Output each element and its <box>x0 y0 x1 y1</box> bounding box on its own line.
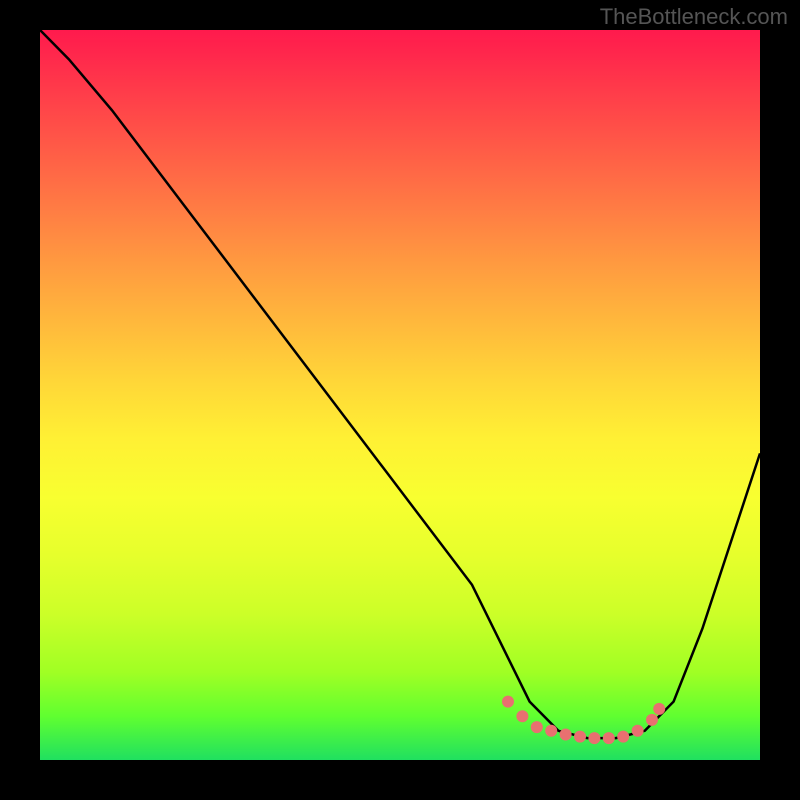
chart-container: TheBottleneck.com <box>0 0 800 800</box>
valley-dot <box>531 721 543 733</box>
plot-area <box>40 30 760 760</box>
valley-dot <box>574 731 586 743</box>
valley-dot <box>545 725 557 737</box>
valley-dot <box>646 714 658 726</box>
valley-dot <box>617 731 629 743</box>
valley-dot <box>588 732 600 744</box>
bottleneck-curve <box>40 30 760 738</box>
valley-dot <box>603 732 615 744</box>
valley-dot <box>632 725 644 737</box>
valley-dot <box>516 710 528 722</box>
valley-dot <box>560 729 572 741</box>
valley-dot <box>653 703 665 715</box>
valley-dot <box>502 696 514 708</box>
curve-svg <box>40 30 760 760</box>
valley-dots <box>502 696 665 745</box>
watermark-text: TheBottleneck.com <box>600 4 788 30</box>
